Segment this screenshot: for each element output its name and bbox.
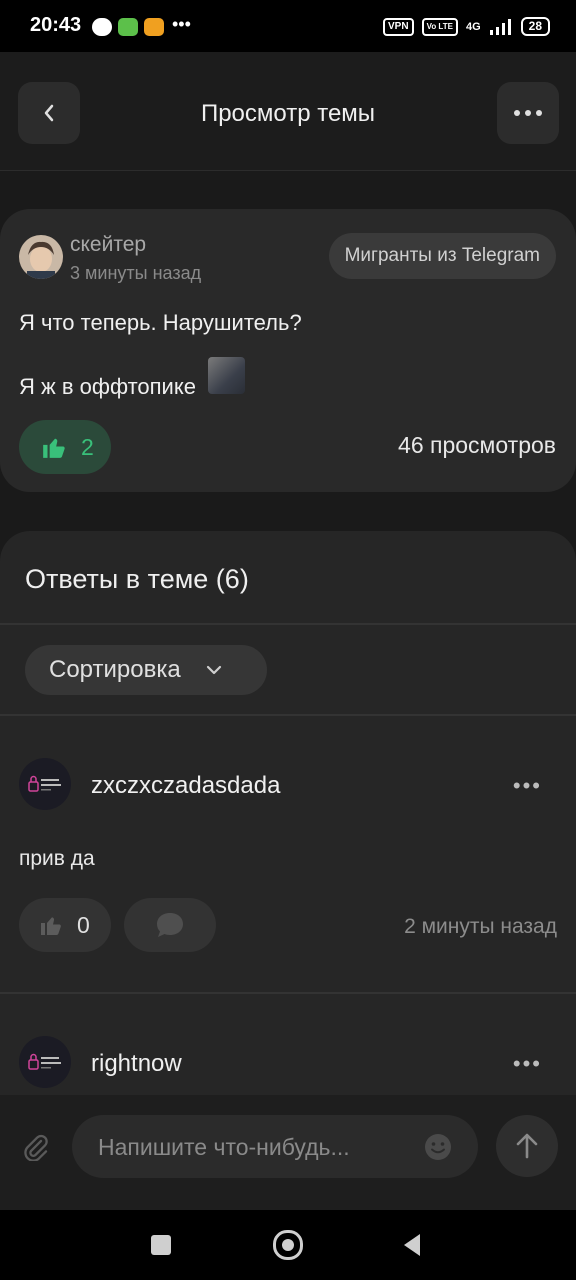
comment-like-count: 0 [77, 911, 90, 938]
arrow-up-icon [516, 1133, 538, 1159]
emoji-sticker-image [208, 357, 245, 394]
lock-logo-icon [28, 1053, 61, 1070]
paperclip-icon [24, 1134, 48, 1161]
network-type: 4G [465, 20, 481, 33]
android-app-icon [118, 18, 138, 36]
sort-dropdown[interactable]: Сортировка [25, 645, 267, 695]
thumbs-up-icon [41, 917, 61, 935]
message-input-bar [0, 1095, 576, 1210]
comment-like-button[interactable]: 0 [19, 898, 111, 952]
lock-logo-icon [28, 775, 61, 792]
back-nav-button[interactable] [402, 1233, 422, 1257]
comment-text: прив да [19, 847, 95, 870]
status-indicators: VPN Vo LTE 4G 28 [383, 17, 550, 36]
recents-nav-button[interactable] [151, 1235, 171, 1255]
status-bar: 20:43 ••• VPN Vo LTE 4G 28 [0, 0, 576, 52]
home-nav-button[interactable] [273, 1230, 303, 1260]
system-navigation-bar [0, 1210, 576, 1280]
vpn-icon: VPN [383, 17, 414, 36]
divider [0, 992, 576, 994]
more-notifications-icon: ••• [172, 14, 191, 34]
comment-more-icon[interactable]: ••• [513, 1051, 542, 1077]
like-count: 2 [81, 433, 94, 460]
divider [0, 714, 576, 716]
category-tag[interactable]: Мигранты из Telegram [328, 233, 556, 279]
mail-app-icon [144, 18, 164, 36]
author-avatar[interactable] [19, 235, 63, 279]
more-options-button[interactable] [497, 82, 559, 144]
post-text-line-2: Я ж в оффтопике [19, 374, 196, 399]
send-button[interactable] [496, 1115, 558, 1177]
answers-title: Ответы в теме (6) [25, 564, 249, 594]
comment-time: 2 минуты назад [404, 915, 557, 938]
post-text-line-1: Я что теперь. Нарушитель? [19, 310, 302, 335]
answers-section: Ответы в теме (6) Сортировка zxczxczadas… [0, 531, 576, 1151]
post-time: 3 минуты назад [70, 263, 202, 283]
like-button[interactable]: 2 [19, 420, 111, 474]
emoji-icon[interactable] [424, 1133, 452, 1161]
post-card: скейтер 3 минуты назад Мигранты из Teleg… [0, 209, 576, 492]
comment-more-icon[interactable]: ••• [513, 773, 542, 799]
view-count: 46 просмотров [398, 432, 556, 458]
avatar-photo-icon [19, 235, 63, 279]
post-author[interactable]: скейтер [70, 233, 146, 257]
reply-button[interactable] [124, 898, 216, 952]
attach-button[interactable] [18, 1129, 54, 1165]
volte-icon: Vo LTE [421, 17, 458, 36]
message-input[interactable] [96, 1115, 420, 1180]
battery-icon: 28 [520, 17, 550, 36]
chat-bubble-icon [157, 913, 183, 937]
top-app-bar: Просмотр темы [0, 52, 576, 171]
page-title: Просмотр темы [200, 100, 376, 127]
comment-avatar[interactable] [19, 758, 71, 810]
message-field [72, 1115, 478, 1180]
divider [0, 623, 576, 625]
comment-author[interactable]: zxczxczadasdada [91, 772, 280, 800]
comment-author[interactable]: rightnow [91, 1050, 182, 1078]
status-time: 20:43 [30, 14, 82, 36]
more-horizontal-icon [514, 110, 542, 116]
thumbs-up-icon [43, 438, 65, 458]
sort-label: Сортировка [49, 656, 181, 683]
chevron-down-icon [206, 665, 221, 675]
comment-avatar[interactable] [19, 1036, 71, 1088]
home-dot-icon [282, 1239, 294, 1251]
clock-app-icon [92, 18, 112, 36]
signal-icon [489, 18, 511, 35]
